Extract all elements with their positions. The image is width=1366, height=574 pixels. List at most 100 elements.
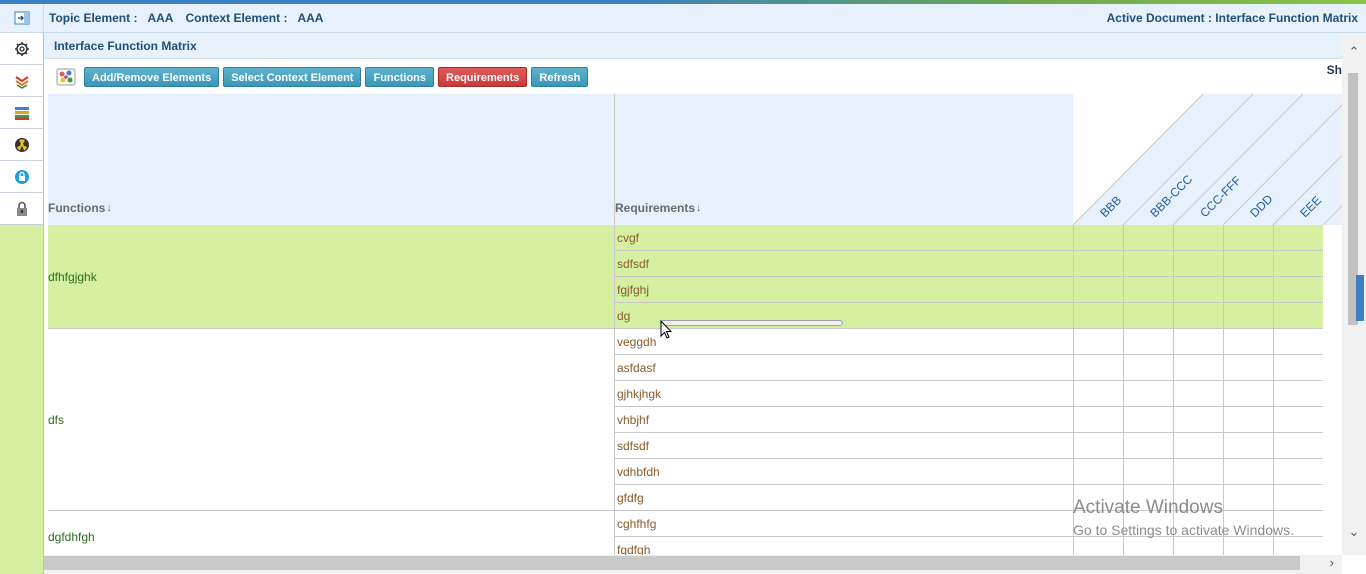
matrix-grid-cell[interactable] — [1273, 459, 1323, 485]
matrix-grid-cell[interactable] — [1173, 511, 1223, 537]
matrix-grid-cell[interactable] — [1223, 225, 1273, 251]
matrix-grid-cell[interactable] — [1173, 485, 1223, 511]
matrix-grid-cell[interactable] — [1173, 277, 1223, 303]
refresh-button[interactable]: Refresh — [531, 66, 589, 87]
matrix-grid-cell[interactable] — [1073, 277, 1123, 303]
matrix-grid-cell[interactable] — [1123, 459, 1173, 485]
matrix-grid-cell[interactable] — [1073, 433, 1123, 459]
requirement-cell[interactable]: vdhbfdh — [615, 459, 1073, 485]
matrix-grid-cell[interactable] — [1123, 277, 1173, 303]
matrix-grid-cell[interactable] — [1173, 407, 1223, 433]
matrix-grid-cell[interactable] — [1223, 511, 1273, 537]
function-cell[interactable]: dfs — [48, 329, 615, 511]
matrix-grid-cell[interactable] — [1123, 225, 1173, 251]
matrix-grid-cell[interactable] — [1273, 251, 1323, 277]
matrix-grid-cell[interactable] — [1073, 407, 1123, 433]
vertical-scrollbar[interactable]: ⌃ ⌄ — [1342, 33, 1366, 555]
gear-icon[interactable] — [0, 33, 43, 65]
scroll-up-icon[interactable]: ⌃ — [1342, 41, 1366, 63]
matrix-grid-cell[interactable] — [1273, 303, 1323, 329]
matrix-grid-cell[interactable] — [1173, 433, 1223, 459]
hazard-icon[interactable] — [0, 129, 43, 161]
functions-column-header[interactable]: Functions ↓ — [48, 94, 615, 225]
matrix-grid-cell[interactable] — [1223, 277, 1273, 303]
matrix-grid-cell[interactable] — [1123, 381, 1173, 407]
matrix-grid-cell[interactable] — [1223, 459, 1273, 485]
matrix-grid-cell[interactable] — [1223, 251, 1273, 277]
requirement-cell[interactable]: gjhkjhgk — [615, 381, 1073, 407]
requirements-column-header[interactable]: Requirements ↓ — [615, 94, 1073, 225]
matrix-grid-cell[interactable] — [1273, 485, 1323, 511]
requirement-cell[interactable]: gfdfg — [615, 485, 1073, 511]
matrix-grid-cell[interactable] — [1073, 537, 1123, 555]
matrix-grid-cell[interactable] — [1223, 303, 1273, 329]
matrix-grid-cell[interactable] — [1123, 433, 1173, 459]
matrix-grid-cell[interactable] — [1073, 459, 1123, 485]
matrix-grid-cell[interactable] — [1173, 329, 1223, 355]
sort-down-icon[interactable]: ↓ — [696, 202, 702, 214]
requirement-cell[interactable]: sdfsdf — [615, 251, 1073, 277]
matrix-grid-cell[interactable] — [1123, 485, 1173, 511]
matrix-grid-cell[interactable] — [1123, 329, 1173, 355]
matrix-grid-cell[interactable] — [1173, 251, 1223, 277]
requirement-cell[interactable]: fgjfghj — [615, 277, 1073, 303]
scroll-right-icon[interactable]: › — [1330, 555, 1334, 570]
matrix-grid-cell[interactable] — [1173, 459, 1223, 485]
requirement-cell[interactable]: cghfhfg — [615, 511, 1073, 537]
requirement-cell[interactable]: sdfsdf — [615, 433, 1073, 459]
matrix-grid-cell[interactable] — [1273, 355, 1323, 381]
lock-circle-icon[interactable] — [0, 161, 43, 193]
add-remove-elements-button[interactable]: Add/Remove Elements — [84, 66, 220, 87]
matrix-grid-cell[interactable] — [1073, 355, 1123, 381]
matrix-grid-cell[interactable] — [1073, 329, 1123, 355]
function-cell[interactable]: dgfdhfgh — [48, 511, 615, 555]
layers-icon[interactable] — [0, 65, 43, 97]
function-cell[interactable]: dfhfgjghk — [48, 225, 615, 329]
matrix-grid-cell[interactable] — [1073, 381, 1123, 407]
scroll-down-icon[interactable]: ⌄ — [1342, 521, 1366, 543]
context-element-value[interactable]: AAA — [297, 11, 323, 25]
matrix-grid-cell[interactable] — [1073, 303, 1123, 329]
matrix-grid-cell[interactable] — [1073, 485, 1123, 511]
select-context-element-button[interactable]: Select Context Element — [223, 66, 362, 87]
matrix-grid-cell[interactable] — [1123, 303, 1173, 329]
matrix-grid-cell[interactable] — [1223, 355, 1273, 381]
matrix-grid-cell[interactable] — [1073, 251, 1123, 277]
matrix-grid-cell[interactable] — [1273, 277, 1323, 303]
matrix-grid-cell[interactable] — [1273, 329, 1323, 355]
matrix-grid-cell[interactable] — [1273, 433, 1323, 459]
matrix-grid-cell[interactable] — [1273, 225, 1323, 251]
matrix-grid-cell[interactable] — [1223, 433, 1273, 459]
requirements-button[interactable]: Requirements — [438, 66, 528, 87]
matrix-grid-cell[interactable] — [1223, 329, 1273, 355]
requirement-cell[interactable]: asfdasf — [615, 355, 1073, 381]
matrix-grid-cell[interactable] — [1173, 225, 1223, 251]
matrix-grid-cell[interactable] — [1223, 407, 1273, 433]
matrix-grid-cell[interactable] — [1123, 355, 1173, 381]
matrix-grid-cell[interactable] — [1173, 537, 1223, 555]
palette-icon[interactable] — [54, 66, 78, 88]
matrix-grid-cell[interactable] — [1173, 355, 1223, 381]
matrix-grid-cell[interactable] — [1123, 511, 1173, 537]
functions-button[interactable]: Functions — [365, 66, 435, 87]
matrix-grid-cell[interactable] — [1273, 537, 1323, 555]
matrix-grid-cell[interactable] — [1123, 251, 1173, 277]
matrix-grid-cell[interactable] — [1223, 485, 1273, 511]
matrix-grid-cell[interactable] — [1173, 303, 1223, 329]
horizontal-scroll-thumb[interactable] — [44, 556, 1300, 570]
requirement-cell[interactable]: cvgf — [615, 225, 1073, 251]
requirement-cell[interactable]: vhbjhf — [615, 407, 1073, 433]
matrix-grid-cell[interactable] — [1273, 511, 1323, 537]
matrix-grid-cell[interactable] — [1273, 381, 1323, 407]
topic-element-value[interactable]: AAA — [147, 11, 173, 25]
books-icon[interactable] — [0, 97, 43, 129]
matrix-grid-cell[interactable] — [1073, 511, 1123, 537]
sort-down-icon[interactable]: ↓ — [106, 202, 112, 214]
requirement-cell[interactable]: veggdh — [615, 329, 1073, 355]
matrix-grid-cell[interactable] — [1123, 537, 1173, 555]
matrix-grid-cell[interactable] — [1273, 407, 1323, 433]
horizontal-scrollbar[interactable]: › — [44, 555, 1342, 574]
matrix-grid-cell[interactable] — [1223, 381, 1273, 407]
matrix-grid-cell[interactable] — [1073, 225, 1123, 251]
requirement-cell[interactable]: fgdfgh — [615, 537, 1073, 555]
